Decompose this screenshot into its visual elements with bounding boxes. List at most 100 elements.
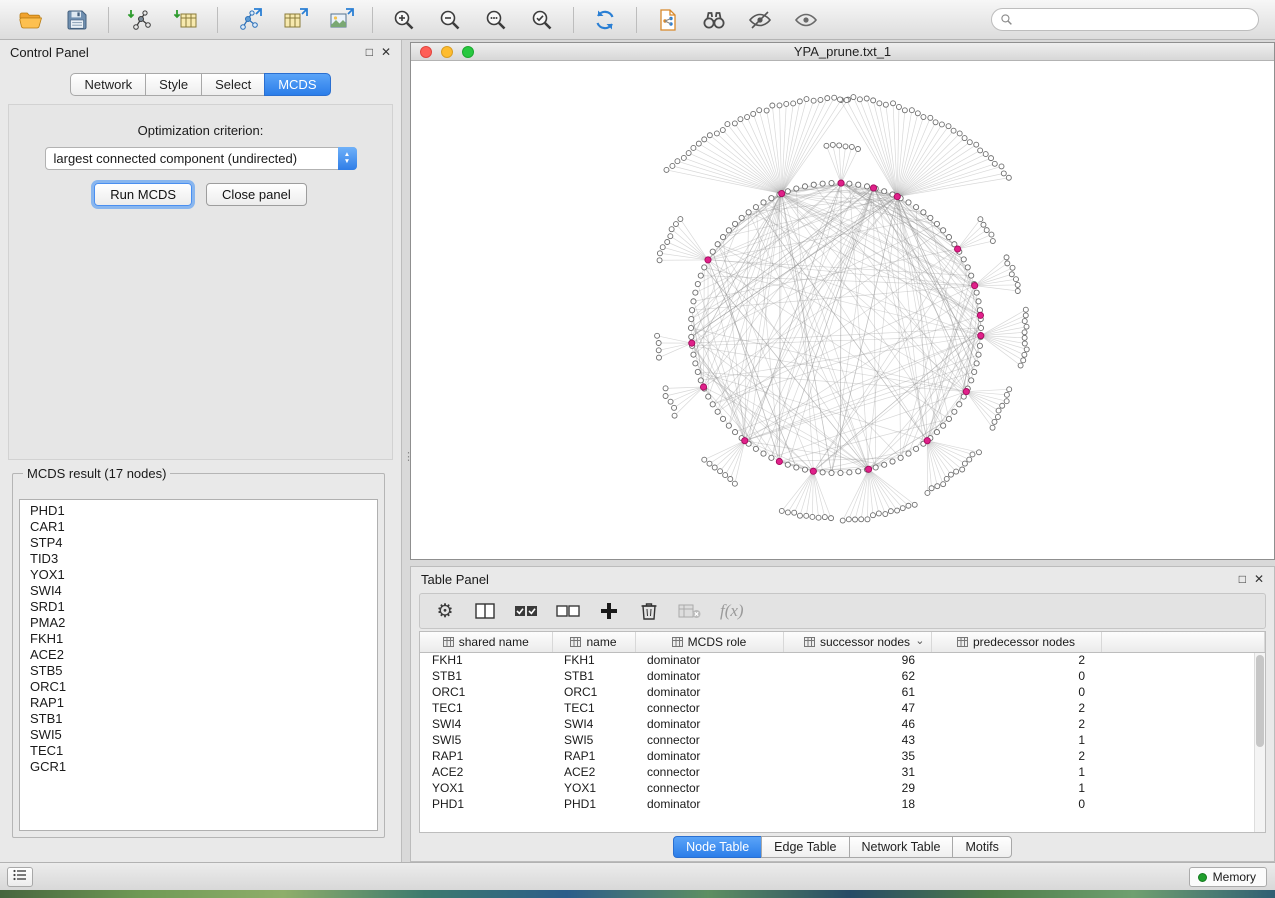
table-header-row: shared name name MCDS role successor nod… (420, 632, 1265, 652)
panel-toggle-button[interactable] (7, 867, 33, 887)
mcds-result-list[interactable]: PHD1CAR1STP4TID3YOX1SWI4SRD1PMA2FKH1ACE2… (19, 499, 378, 831)
right-area: YPA_prune.txt_1 Table Panel □ ✕ ⚙ (410, 40, 1275, 862)
column-header-successor-nodes[interactable]: successor nodes⌄ (783, 632, 931, 652)
function-builder-icon[interactable]: f(x) (720, 601, 744, 621)
save-session-button[interactable] (56, 4, 98, 36)
network-canvas[interactable] (411, 61, 1274, 559)
memory-status-icon (1198, 873, 1207, 882)
mcds-result-item[interactable]: ACE2 (20, 647, 377, 663)
criterion-dropdown[interactable]: largest connected component (undirected)… (45, 147, 357, 170)
table-row[interactable]: ORC1ORC1dominator610 (420, 684, 1265, 700)
tab-network[interactable]: Network (70, 73, 146, 96)
zoom-in-button[interactable] (383, 4, 425, 36)
status-bar: Memory (0, 862, 1275, 890)
mcds-result-item[interactable]: CAR1 (20, 519, 377, 535)
zoom-fit-icon (484, 8, 508, 32)
share-document-button[interactable] (647, 4, 689, 36)
table-scrollbar[interactable] (1254, 653, 1265, 832)
mcds-result-item[interactable]: FKH1 (20, 631, 377, 647)
mcds-result-item[interactable]: SWI5 (20, 727, 377, 743)
export-table-icon (282, 8, 308, 32)
mcds-result-item[interactable]: ORC1 (20, 679, 377, 695)
table-row[interactable]: SWI4SWI4dominator462 (420, 716, 1265, 732)
run-mcds-button[interactable]: Run MCDS (94, 183, 192, 206)
export-network-button[interactable] (228, 4, 270, 36)
control-panel-title: Control Panel (10, 45, 89, 60)
tab-node-table[interactable]: Node Table (673, 836, 762, 858)
tab-mcds[interactable]: MCDS (264, 73, 330, 96)
mcds-result-item[interactable]: SRD1 (20, 599, 377, 615)
mcds-result-item[interactable]: SWI4 (20, 583, 377, 599)
zoom-selected-button[interactable] (521, 4, 563, 36)
select-all-rows-icon[interactable] (514, 602, 538, 620)
table-settings-gear-icon[interactable]: ⚙ (434, 600, 456, 623)
mcds-result-item[interactable]: YOX1 (20, 567, 377, 583)
mcds-result-item[interactable]: STB5 (20, 663, 377, 679)
column-header-predecessor-nodes[interactable]: predecessor nodes (931, 632, 1101, 652)
desktop-wallpaper-strip (0, 890, 1275, 898)
search-input[interactable] (1018, 13, 1250, 27)
table-row[interactable]: FKH1FKH1dominator962 (420, 652, 1265, 668)
close-panel-icon[interactable]: ✕ (381, 46, 391, 58)
close-mcds-panel-button[interactable]: Close panel (206, 183, 307, 206)
show-details-button[interactable] (785, 4, 827, 36)
refresh-layout-button[interactable] (584, 4, 626, 36)
sort-chevron-icon[interactable]: ⌄ (915, 634, 924, 647)
mcds-result-item[interactable]: GCR1 (20, 759, 377, 775)
table-row[interactable]: ACE2ACE2connector311 (420, 764, 1265, 780)
tab-edge-table[interactable]: Edge Table (761, 836, 849, 858)
mcds-result-item[interactable]: TID3 (20, 551, 377, 567)
export-table-button[interactable] (274, 4, 316, 36)
eye-icon (794, 8, 818, 32)
vertical-splitter[interactable] (402, 40, 410, 862)
mcds-result-item[interactable]: RAP1 (20, 695, 377, 711)
find-button[interactable] (693, 4, 735, 36)
import-table-button[interactable] (165, 4, 207, 36)
table-row[interactable]: TEC1TEC1connector472 (420, 700, 1265, 716)
zoom-fit-button[interactable] (475, 4, 517, 36)
mcds-result-item[interactable]: PMA2 (20, 615, 377, 631)
open-session-button[interactable] (10, 4, 52, 36)
float-panel-icon[interactable]: □ (366, 46, 373, 58)
column-header-mcds-role[interactable]: MCDS role (635, 632, 783, 652)
add-column-icon[interactable] (598, 601, 620, 621)
eye-slash-icon (748, 8, 772, 32)
mcds-result-title: MCDS result (17 nodes) (23, 466, 170, 481)
show-columns-icon[interactable] (474, 602, 496, 620)
tab-motifs[interactable]: Motifs (952, 836, 1011, 858)
table-scrollbar-thumb[interactable] (1256, 655, 1264, 747)
tab-network-table[interactable]: Network Table (849, 836, 954, 858)
deselect-all-rows-icon[interactable] (556, 602, 580, 620)
table-panel-title: Table Panel (421, 572, 489, 587)
node-table-body: FKH1FKH1dominator962STB1STB1dominator620… (420, 652, 1265, 812)
mcds-result-item[interactable]: STP4 (20, 535, 377, 551)
column-header-shared-name[interactable]: shared name (420, 632, 552, 652)
delete-column-icon[interactable] (638, 601, 660, 621)
table-row[interactable]: PHD1PHD1dominator180 (420, 796, 1265, 812)
column-header-empty (1101, 632, 1265, 652)
main-toolbar (0, 0, 1275, 40)
table-tabs: Node TableEdge TableNetwork TableMotifs (411, 836, 1274, 858)
column-header-name[interactable]: name (552, 632, 635, 652)
close-table-panel-icon[interactable]: ✕ (1254, 573, 1264, 585)
float-table-panel-icon[interactable]: □ (1239, 573, 1246, 585)
table-row[interactable]: RAP1RAP1dominator352 (420, 748, 1265, 764)
table-row[interactable]: SWI5SWI5connector431 (420, 732, 1265, 748)
delete-table-icon[interactable] (678, 602, 702, 620)
mcds-result-item[interactable]: STB1 (20, 711, 377, 727)
mcds-result-item[interactable]: PHD1 (20, 503, 377, 519)
import-network-button[interactable] (119, 4, 161, 36)
table-row[interactable]: YOX1YOX1connector291 (420, 780, 1265, 796)
hide-details-button[interactable] (739, 4, 781, 36)
document-share-icon (656, 8, 680, 32)
list-icon (13, 868, 27, 886)
memory-button[interactable]: Memory (1189, 867, 1267, 887)
mcds-pane: Optimization criterion: largest connecte… (8, 104, 393, 460)
tab-select[interactable]: Select (201, 73, 265, 96)
main-area: Control Panel □ ✕ NetworkStyleSelectMCDS… (0, 40, 1275, 862)
export-image-button[interactable] (320, 4, 362, 36)
mcds-result-item[interactable]: TEC1 (20, 743, 377, 759)
tab-style[interactable]: Style (145, 73, 202, 96)
zoom-out-button[interactable] (429, 4, 471, 36)
table-row[interactable]: STB1STB1dominator620 (420, 668, 1265, 684)
